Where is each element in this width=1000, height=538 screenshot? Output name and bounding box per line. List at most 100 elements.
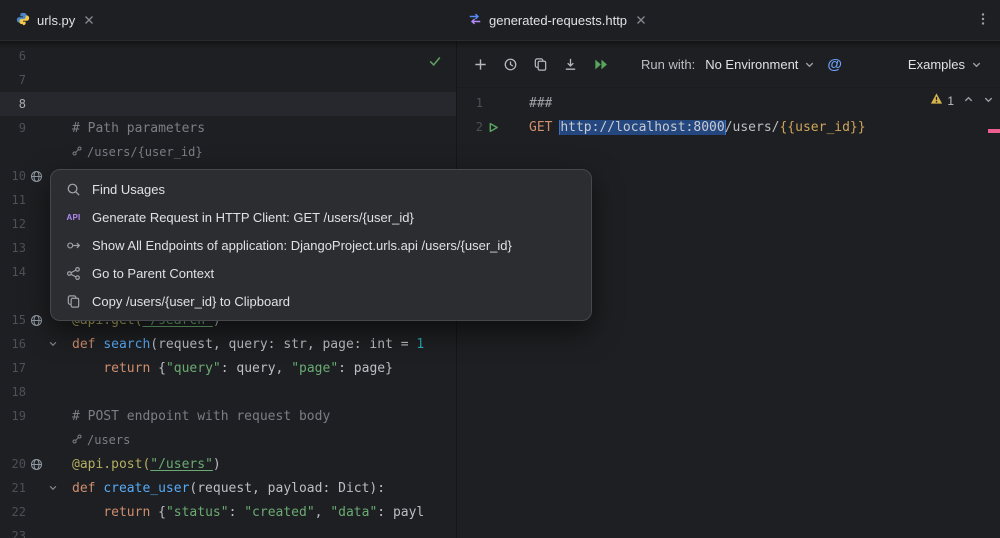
inlay-hint-row[interactable]: /users/{user_id} [0, 140, 456, 164]
endpoint-globe-icon[interactable] [26, 314, 46, 327]
environment-value: No Environment [705, 57, 798, 72]
code-text[interactable]: @api.post("/users") [60, 457, 221, 472]
line-number[interactable]: 14 [0, 265, 26, 279]
line-number[interactable]: 19 [0, 409, 26, 423]
line-number[interactable]: 1 [457, 96, 483, 110]
code-line[interactable]: 18 [0, 380, 456, 404]
examples-select[interactable]: Examples [902, 51, 988, 77]
line-number[interactable]: 21 [0, 481, 26, 495]
code-token: # Path parameters [72, 121, 205, 136]
popup-menu-item[interactable]: Show All Endpoints of application: Djang… [51, 231, 591, 259]
fold-chevron-icon[interactable] [46, 483, 60, 493]
code-token: "query" [166, 361, 221, 376]
code-token: def [72, 481, 103, 496]
code-line[interactable]: 23 [0, 524, 456, 538]
line-number[interactable]: 7 [0, 73, 26, 87]
line-number[interactable]: 16 [0, 337, 26, 351]
code-text[interactable]: def create_user(request, payload: Dict): [60, 481, 385, 496]
line-number[interactable]: 12 [0, 217, 26, 231]
code-text[interactable]: # POST endpoint with request body [60, 409, 330, 424]
code-text[interactable]: def search(request, query: str, page: in… [60, 337, 424, 352]
code-token: @api.post( [72, 457, 150, 472]
code-line[interactable]: 6 [0, 44, 456, 68]
download-log-icon[interactable] [557, 51, 583, 77]
code-text[interactable]: ### [517, 96, 552, 111]
tab-urls-py[interactable]: urls.py [6, 0, 104, 40]
code-line[interactable]: 1 ### [457, 91, 1000, 115]
endpoint-inlay-hint[interactable]: /users/{user_id} [87, 145, 203, 159]
run-request-icon[interactable] [483, 122, 503, 133]
code-token [72, 505, 103, 520]
line-number[interactable]: 15 [0, 313, 26, 327]
code-token: (request, query: str, page: int = [150, 337, 416, 352]
warning-icon[interactable] [930, 92, 943, 110]
line-number[interactable]: 11 [0, 193, 26, 207]
prev-problem-icon[interactable] [963, 92, 974, 110]
endpoint-context-popup: Find UsagesAPIGenerate Request in HTTP C… [50, 169, 592, 321]
line-number[interactable]: 8 [0, 97, 26, 111]
code-text[interactable]: GET http://localhost:8000/users/{{user_i… [517, 120, 866, 135]
line-number[interactable]: 13 [0, 241, 26, 255]
line-number[interactable]: 17 [0, 361, 26, 375]
api-icon: API [65, 213, 82, 222]
endpoint-globe-icon[interactable] [26, 170, 46, 183]
endpoint-globe-icon[interactable] [26, 458, 46, 471]
history-icon[interactable] [497, 51, 523, 77]
code-text[interactable]: # Path parameters [60, 121, 205, 136]
endpoint-inlay-icon [72, 145, 82, 160]
popup-menu-item[interactable]: APIGenerate Request in HTTP Client: GET … [51, 203, 591, 231]
code-text[interactable]: /users/{user_id} [60, 145, 203, 160]
code-line[interactable]: 2 GET http://localhost:8000/users/{{user_… [457, 115, 1000, 139]
add-request-icon[interactable] [467, 51, 493, 77]
endpoint-inlay-hint[interactable]: /users [87, 433, 130, 447]
line-number[interactable]: 23 [0, 529, 26, 538]
code-line[interactable]: 21 def create_user(request, payload: Dict… [0, 476, 456, 500]
run-all-icon[interactable] [587, 51, 613, 77]
tab-label: generated-requests.http [489, 13, 627, 28]
code-text[interactable]: return {"status": "created", "data": pay… [60, 505, 424, 520]
code-token: create_user [103, 481, 189, 496]
code-token: : payl [377, 505, 424, 520]
code-line[interactable]: 17 return {"query": query, "page": page} [0, 356, 456, 380]
code-line[interactable]: 7 [0, 68, 456, 92]
code-text[interactable]: /users [60, 433, 130, 448]
code-token: # POST endpoint with request body [72, 409, 330, 424]
copy-request-icon[interactable] [527, 51, 553, 77]
code-line[interactable]: 22 return {"status": "created", "data": … [0, 500, 456, 524]
popup-menu-item[interactable]: Copy /users/{user_id} to Clipboard [51, 287, 591, 315]
code-token [72, 361, 103, 376]
code-token: ) [213, 457, 221, 472]
inspections-ok-icon[interactable] [428, 54, 442, 73]
line-number[interactable]: 18 [0, 385, 26, 399]
code-line[interactable]: 20 @api.post("/users") [0, 452, 456, 476]
popup-menu-item[interactable]: Go to Parent Context [51, 259, 591, 287]
line-number[interactable]: 10 [0, 169, 26, 183]
fold-chevron-icon[interactable] [46, 339, 60, 349]
environment-select[interactable]: No Environment [699, 51, 821, 77]
line-number[interactable]: 20 [0, 457, 26, 471]
code-line[interactable]: 9 # Path parameters [0, 116, 456, 140]
code-token: "status" [166, 505, 229, 520]
examples-label: Examples [908, 57, 965, 72]
line-number[interactable]: 22 [0, 505, 26, 519]
close-tab-icon[interactable] [84, 15, 94, 25]
caret-stripe-mark [988, 129, 1000, 133]
line-number[interactable]: 9 [0, 121, 26, 135]
code-line[interactable]: 16 def search(request, query: str, page: … [0, 332, 456, 356]
next-problem-icon[interactable] [983, 92, 994, 110]
close-tab-icon[interactable] [636, 15, 646, 25]
inspections-widget[interactable]: 1 [930, 92, 994, 110]
inlay-hint-row[interactable]: /users [0, 428, 456, 452]
popup-menu-item[interactable]: Find Usages [51, 175, 591, 203]
warning-count: 1 [947, 94, 954, 108]
code-token: { [150, 505, 166, 520]
line-number[interactable]: 6 [0, 49, 26, 63]
code-text[interactable]: return {"query": query, "page": page} [60, 361, 393, 376]
at-icon[interactable]: @ [827, 56, 842, 73]
code-line[interactable]: 8 [0, 92, 456, 116]
tab-generated-requests-http[interactable]: generated-requests.http [458, 0, 656, 40]
popup-item-label: Show All Endpoints of application: Djang… [92, 238, 512, 253]
more-options-icon[interactable] [976, 12, 990, 31]
line-number[interactable]: 2 [457, 120, 483, 134]
code-line[interactable]: 19 # POST endpoint with request body [0, 404, 456, 428]
